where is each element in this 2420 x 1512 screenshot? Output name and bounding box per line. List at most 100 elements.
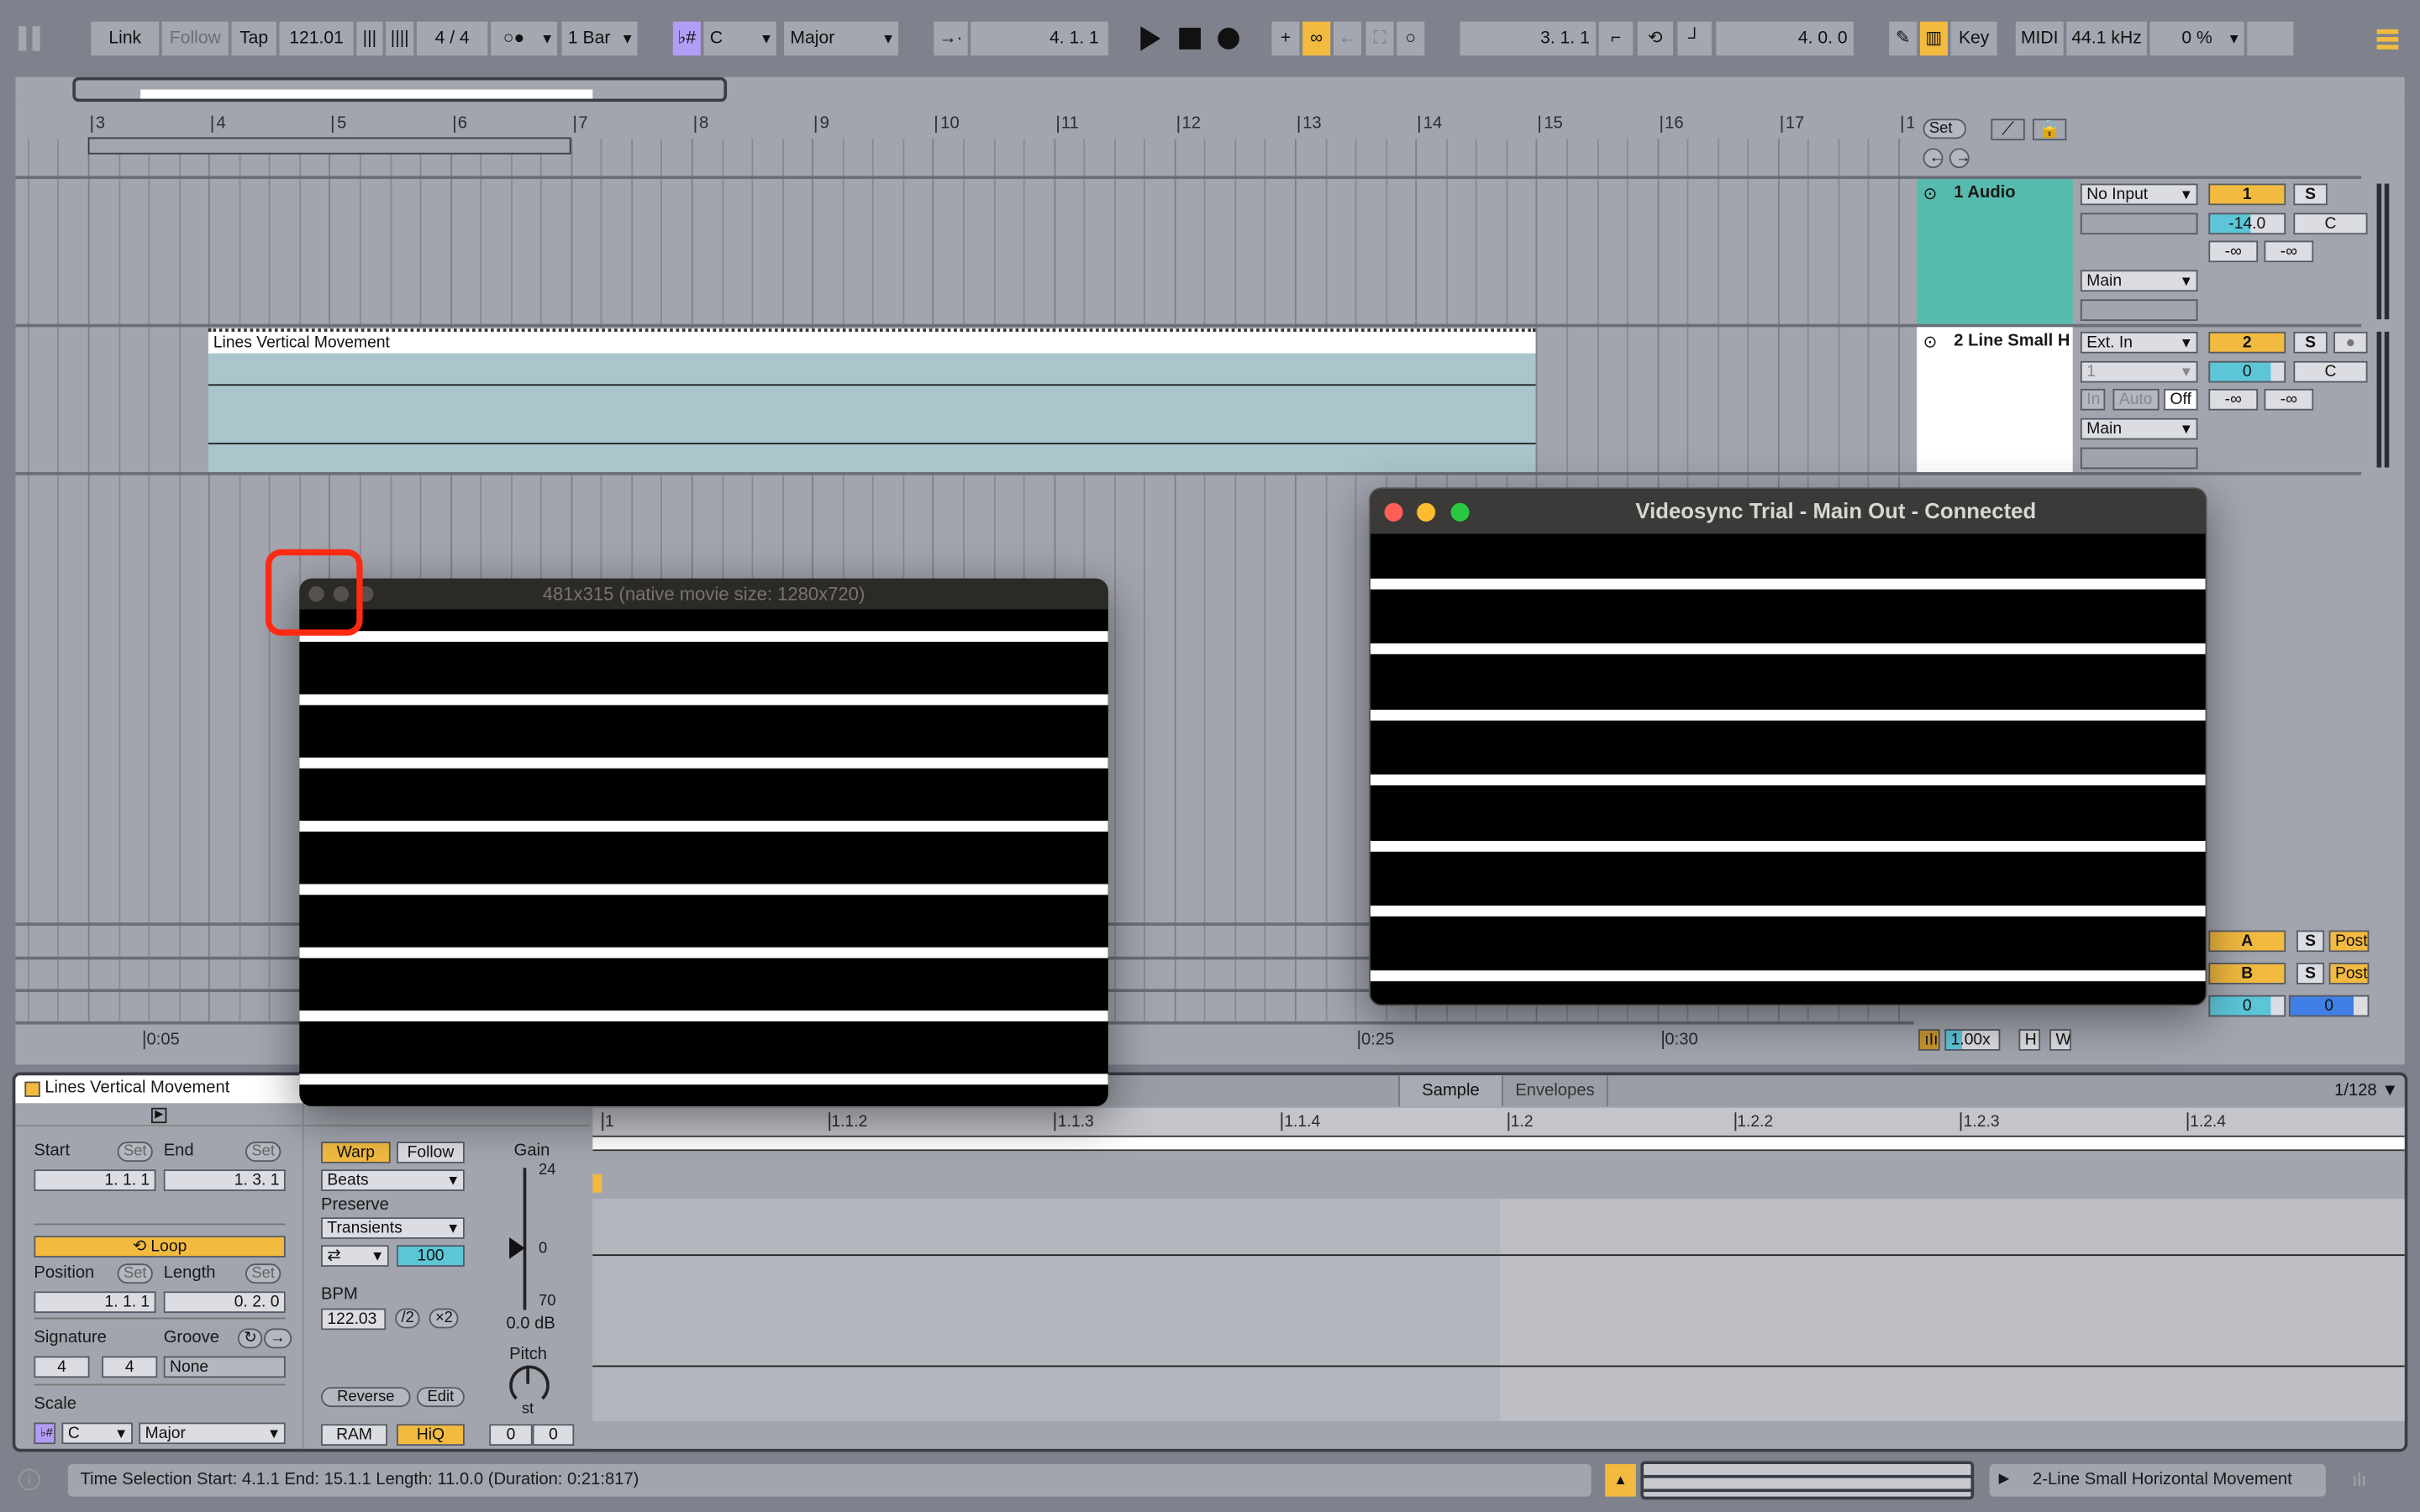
monitor-off-button[interactable]: Off xyxy=(2164,388,2198,411)
return-b-post[interactable]: Post xyxy=(2328,963,2370,984)
tempo-ratio-field[interactable]: 1.00x xyxy=(1944,1029,2001,1051)
quantize-dropdown[interactable]: 1 Bar xyxy=(561,21,638,56)
expand-icon[interactable]: ▶ xyxy=(1999,1470,2010,1487)
midi-keyboard-icon[interactable]: ▥ xyxy=(1919,21,1948,56)
close-button-icon[interactable] xyxy=(1384,502,1403,522)
groove-commit-icon[interactable]: ↻ xyxy=(237,1328,263,1349)
envelope-amount-field[interactable]: 100 xyxy=(397,1245,465,1267)
punch-in-icon[interactable]: ⌐ xyxy=(1598,21,1634,56)
position-field[interactable]: 1. 1. 1 xyxy=(34,1291,156,1314)
track-activator[interactable]: 2 xyxy=(2208,331,2286,354)
bpm-field[interactable]: 122.03 xyxy=(321,1308,387,1331)
tab-envelopes[interactable]: Envelopes xyxy=(1503,1075,1608,1106)
time-signature-field[interactable]: 4 / 4 xyxy=(416,21,488,56)
midi-map-button[interactable]: MIDI xyxy=(2015,21,2064,56)
loop-switch-icon[interactable]: ⟲ xyxy=(1637,21,1674,56)
link-button[interactable]: Link xyxy=(91,21,160,56)
waveform-area[interactable] xyxy=(592,1199,2405,1421)
scale-mode-dropdown[interactable]: Major xyxy=(784,21,898,56)
nudge-up-icon[interactable]: |||| xyxy=(386,21,414,56)
info-icon[interactable]: i xyxy=(18,1468,40,1491)
loop-bar[interactable] xyxy=(592,1135,2405,1152)
metronome-button[interactable]: ○● xyxy=(491,21,558,56)
bar-ruler[interactable]: 3 4 5 6 7 8 9 10 11 12 13 14 15 16 17 18 xyxy=(15,114,1914,139)
previous-locator-icon[interactable]: ← xyxy=(1923,148,1944,169)
session-record-icon[interactable]: ○ xyxy=(1397,21,1425,56)
solo-button[interactable]: S xyxy=(2293,183,2328,206)
loop-mode-dropdown[interactable]: ⇄ xyxy=(321,1245,389,1267)
loop-start-field[interactable]: 3. 1. 1 xyxy=(1460,21,1597,56)
return-a-post[interactable]: Post xyxy=(2328,930,2370,953)
cpu-meter[interactable]: 0 % xyxy=(2149,21,2244,56)
pitch-knob[interactable] xyxy=(509,1365,550,1406)
output-channel-dropdown[interactable] xyxy=(2080,447,2198,470)
track-name[interactable]: 2 Line Small H xyxy=(1954,332,2070,350)
clip-color-icon[interactable] xyxy=(24,1081,40,1097)
input-channel-dropdown[interactable]: 1 xyxy=(2080,360,2198,383)
overdub-icon[interactable]: + xyxy=(1271,21,1300,56)
output-dropdown[interactable]: Main xyxy=(2080,270,2198,292)
capture-icon[interactable]: ⛶ xyxy=(1365,21,1394,56)
record-icon[interactable] xyxy=(1218,28,1239,50)
double-tempo-button[interactable]: ×2 xyxy=(429,1308,460,1329)
input-type-dropdown[interactable]: No Input xyxy=(2080,183,2198,206)
height-button[interactable]: H xyxy=(2018,1029,2041,1051)
tap-button[interactable]: Tap xyxy=(231,21,276,56)
input-channel-dropdown[interactable] xyxy=(2080,213,2198,235)
set-locator-button[interactable]: Set xyxy=(1923,118,1966,139)
ram-button[interactable]: RAM xyxy=(321,1424,388,1446)
reverse-button[interactable]: Reverse xyxy=(321,1387,411,1408)
arrangement-position-field[interactable]: 4. 1. 1 xyxy=(971,21,1108,56)
output-channel-dropdown[interactable] xyxy=(2080,299,2198,322)
clip-scale-root[interactable]: C xyxy=(61,1422,133,1445)
follow-button[interactable]: Follow xyxy=(397,1142,465,1163)
groove-field[interactable]: None xyxy=(163,1356,286,1378)
set-length-button[interactable]: Set xyxy=(245,1263,281,1284)
draw-mode-icon[interactable]: ✎ xyxy=(1889,21,1918,56)
main-volume-field[interactable]: 0 xyxy=(2208,995,2286,1017)
fold-icon[interactable]: ⊙ xyxy=(1923,332,1938,352)
loop-button[interactable]: ⟲ Loop xyxy=(34,1236,286,1257)
warning-button[interactable]: ▲ xyxy=(1605,1464,1636,1497)
start-marker[interactable] xyxy=(592,1173,602,1193)
fold-icon[interactable]: ⊙ xyxy=(1923,184,1938,203)
back-to-arrangement-icon[interactable]: ← xyxy=(1333,21,1361,56)
volume-field[interactable]: 0 xyxy=(2208,360,2286,383)
track-header-2[interactable]: ⊙ 2 Line Small H xyxy=(1917,327,2073,473)
return-a-solo[interactable]: S xyxy=(2296,930,2325,953)
main-pan-field[interactable]: 0 xyxy=(2288,995,2370,1017)
follow-playhead-icon[interactable]: →· xyxy=(934,21,968,56)
waveform-toggle-icon[interactable]: ıIı xyxy=(1918,1029,1940,1051)
pitch-fine-field[interactable]: 0 xyxy=(532,1424,575,1446)
minimize-button-icon[interactable] xyxy=(1417,502,1436,522)
meter-icon[interactable]: ılı xyxy=(2352,1469,2366,1491)
stop-icon[interactable] xyxy=(1179,28,1201,50)
return-b-solo[interactable]: S xyxy=(2296,963,2325,984)
scale-root-dropdown[interactable]: C xyxy=(703,21,776,56)
follow-button[interactable]: Follow xyxy=(161,21,229,56)
pan-field[interactable]: C xyxy=(2293,213,2368,235)
next-locator-icon[interactable]: → xyxy=(1949,148,1971,169)
start-end-markers[interactable] xyxy=(592,1152,2405,1172)
hiq-button[interactable]: HiQ xyxy=(397,1424,465,1446)
monitor-auto-button[interactable]: Auto xyxy=(2112,388,2160,411)
track-activator[interactable]: 1 xyxy=(2208,183,2286,206)
loop-brace[interactable] xyxy=(87,137,571,155)
arrangement-overview[interactable] xyxy=(15,76,2405,102)
monitor-in-button[interactable]: In xyxy=(2080,388,2106,411)
groove-pool-icon[interactable]: → xyxy=(264,1328,292,1349)
width-button[interactable]: W xyxy=(2049,1029,2071,1051)
window-title-bar[interactable]: 481x315 (native movie size: 1280x720) xyxy=(299,578,1108,610)
halve-tempo-button[interactable]: /2 xyxy=(395,1308,421,1329)
clip-activator-icon[interactable]: ▶ xyxy=(150,1107,167,1124)
grid-dropdown[interactable]: 1/128 ▼ xyxy=(2334,1082,2398,1100)
clip-scale-toggle[interactable]: ♭# xyxy=(34,1422,56,1445)
scale-mode-toggle[interactable]: ♭# xyxy=(672,21,701,56)
gain-slider-handle[interactable] xyxy=(509,1237,525,1259)
punch-out-icon[interactable]: ┘ xyxy=(1677,21,1712,56)
end-field[interactable]: 1. 3. 1 xyxy=(163,1169,286,1191)
warp-mode-dropdown[interactable]: Beats xyxy=(321,1169,465,1191)
lock-envelopes-icon[interactable]: 🔒 xyxy=(2032,118,2067,141)
pan-field[interactable]: C xyxy=(2293,360,2368,383)
view-toggle-icon[interactable] xyxy=(18,26,40,51)
